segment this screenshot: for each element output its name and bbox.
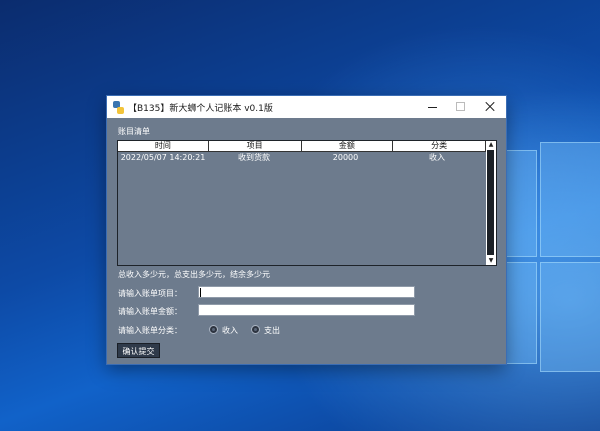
table-row[interactable]: 2022/05/07 14:20:21 收到货款 20000 收入 [118, 153, 486, 163]
text-caret [200, 288, 201, 297]
radio-income[interactable] [209, 325, 218, 334]
window-title: 【B135】新大蛳个人记账本 v0.1版 [128, 104, 273, 114]
title-bar[interactable]: 【B135】新大蛳个人记账本 v0.1版 [107, 96, 506, 118]
scroll-down-icon[interactable]: ▼ [487, 257, 495, 265]
vertical-scrollbar[interactable]: ▲ ▼ [486, 141, 496, 265]
app-window: 【B135】新大蛳个人记账本 v0.1版 账目清单 时间 项目 金额 分类 20… [107, 96, 506, 364]
amount-input[interactable] [198, 304, 415, 316]
column-header-amount[interactable]: 金额 [301, 141, 394, 152]
column-header-time[interactable]: 时间 [118, 141, 209, 152]
item-input[interactable] [198, 286, 415, 298]
cell-amount: 20000 [332, 153, 359, 162]
cell-item: 收到货款 [238, 153, 270, 162]
category-label: 请输入账单分类： [118, 326, 182, 335]
maximize-button[interactable] [445, 96, 475, 118]
scroll-thumb[interactable] [487, 150, 494, 255]
python-icon [113, 101, 124, 114]
cell-category: 收入 [429, 153, 445, 162]
cell-time: 2022/05/07 14:20:21 [120, 153, 206, 162]
column-header-item[interactable]: 项目 [208, 141, 302, 152]
column-header-category[interactable]: 分类 [393, 141, 486, 152]
radio-expense-label[interactable]: 支出 [264, 325, 280, 336]
amount-label: 请输入账单金额： [118, 307, 182, 316]
close-button[interactable] [475, 96, 505, 118]
summary-text: 总收入多少元，总支出多少元，结余多少元 [118, 270, 270, 279]
minimize-button[interactable] [417, 96, 447, 118]
radio-income-label[interactable]: 收入 [222, 325, 238, 336]
item-label: 请输入账单项目： [118, 289, 182, 298]
scroll-up-icon[interactable]: ▲ [487, 141, 495, 149]
submit-button[interactable]: 确认提交 [117, 343, 160, 358]
list-title: 账目清单 [118, 127, 150, 136]
radio-expense[interactable] [251, 325, 260, 334]
table-header: 时间 项目 金额 分类 [118, 141, 486, 152]
bill-list[interactable]: 时间 项目 金额 分类 2022/05/07 14:20:21 收到货款 200… [117, 140, 497, 266]
